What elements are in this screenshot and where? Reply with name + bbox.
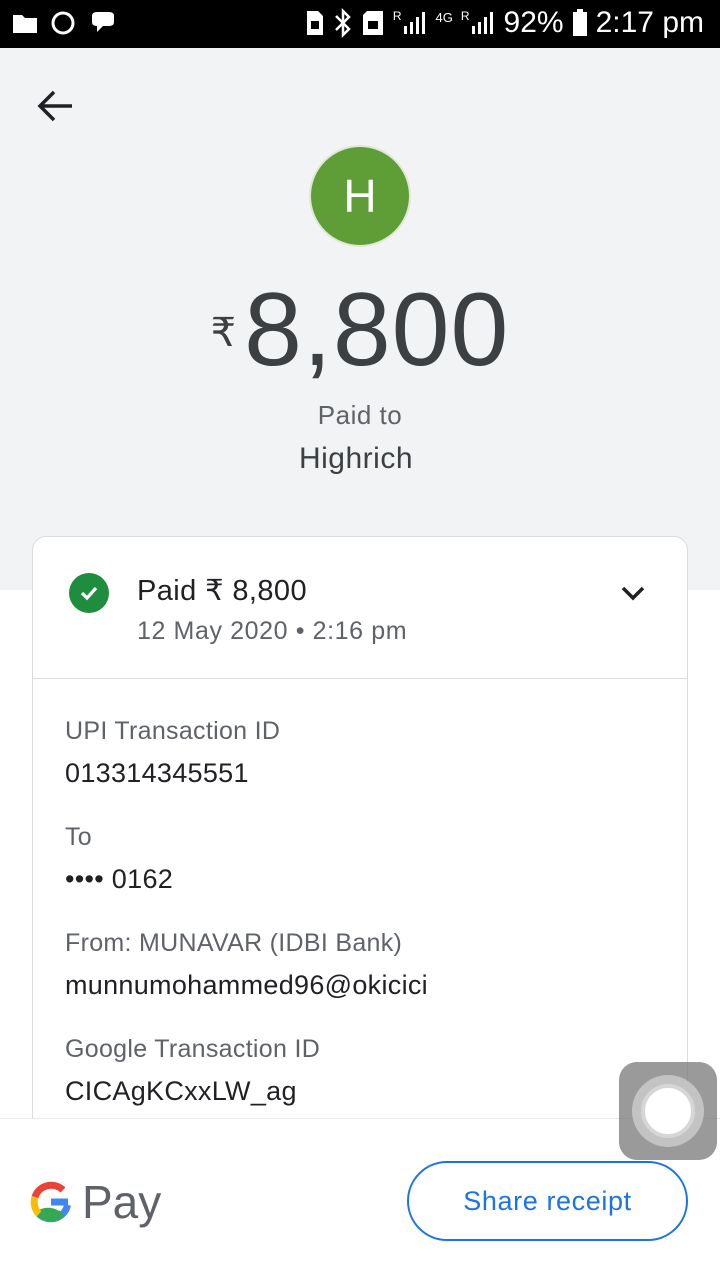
detail-from: From: MUNAVAR (IDBI Bank) munnumohammed9… xyxy=(65,929,428,1001)
check-circle-icon xyxy=(69,573,109,613)
sd-card-icon xyxy=(362,11,383,35)
chevron-down-icon xyxy=(621,586,645,601)
bluetooth-icon xyxy=(334,8,351,38)
summary-date: 12 May 2020 • 2:16 pm xyxy=(137,617,408,645)
battery-icon xyxy=(572,9,587,36)
transaction-summary[interactable]: Paid ₹ 8,800 12 May 2020 • 2:16 pm xyxy=(33,537,687,679)
folder-icon xyxy=(13,15,37,33)
detail-label: From: MUNAVAR (IDBI Bank) xyxy=(65,929,403,957)
summary-title: Paid ₹ 8,800 xyxy=(137,575,307,607)
signal-icon xyxy=(403,12,425,34)
transaction-details-card: Paid ₹ 8,800 12 May 2020 • 2:16 pm UPI T… xyxy=(32,536,688,1156)
payee-name: Highrich xyxy=(298,442,414,475)
status-left-icons xyxy=(12,10,118,36)
assistive-ring-icon xyxy=(632,1075,704,1147)
avatar-initial: H xyxy=(343,170,377,222)
expand-button[interactable] xyxy=(615,577,651,609)
avatar: H xyxy=(309,145,411,247)
detail-google-transaction-id: Google Transaction ID CICAgKCxxLW_ag xyxy=(65,1035,320,1107)
amount-value: 8,800 xyxy=(244,272,510,388)
arrow-back-icon xyxy=(37,90,72,122)
detail-to: To •••• 0162 xyxy=(65,823,173,895)
network-type-label: 4G xyxy=(435,9,453,25)
detail-value: CICAgKCxxLW_ag xyxy=(65,1076,297,1106)
roaming-label: R xyxy=(392,9,402,23)
status-bar: R 4G R 92% 2:17 pm xyxy=(0,0,720,48)
sim-icon xyxy=(306,11,323,35)
detail-label: UPI Transaction ID xyxy=(65,717,281,745)
detail-label: To xyxy=(65,823,93,851)
share-receipt-button[interactable]: Share receipt xyxy=(407,1161,688,1241)
status-right-icons: R 4G R 92% 2:17 pm xyxy=(305,6,704,40)
assistive-touch-button[interactable] xyxy=(619,1062,717,1160)
status-time: 2:17 pm xyxy=(595,6,704,39)
detail-value: munnumohammed96@okicici xyxy=(65,970,428,1000)
battery-percent: 92% xyxy=(503,6,564,39)
paid-to-label: Paid to xyxy=(317,400,403,430)
signal-icon xyxy=(471,12,493,34)
assistive-core-icon xyxy=(641,1084,695,1138)
payment-header: H ₹ 8,800 Paid to Highrich xyxy=(0,48,720,590)
detail-label: Google Transaction ID xyxy=(65,1035,321,1063)
roaming-label: R xyxy=(460,9,470,23)
back-button[interactable] xyxy=(32,86,80,126)
google-g-icon xyxy=(30,1181,71,1223)
currency-symbol: ₹ xyxy=(210,311,237,355)
detail-value: •••• 0162 xyxy=(65,864,174,894)
pay-wordmark: Pay xyxy=(82,1176,162,1228)
amount-display: ₹ 8,800 xyxy=(0,270,720,390)
chat-icon xyxy=(92,12,114,32)
detail-upi-transaction-id: UPI Transaction ID 013314345551 xyxy=(65,717,280,789)
bottom-bar: Pay Share receipt xyxy=(0,1118,720,1280)
google-pay-logo: Pay xyxy=(30,1175,161,1229)
detail-value: 013314345551 xyxy=(65,758,249,788)
circle-icon xyxy=(51,11,75,35)
